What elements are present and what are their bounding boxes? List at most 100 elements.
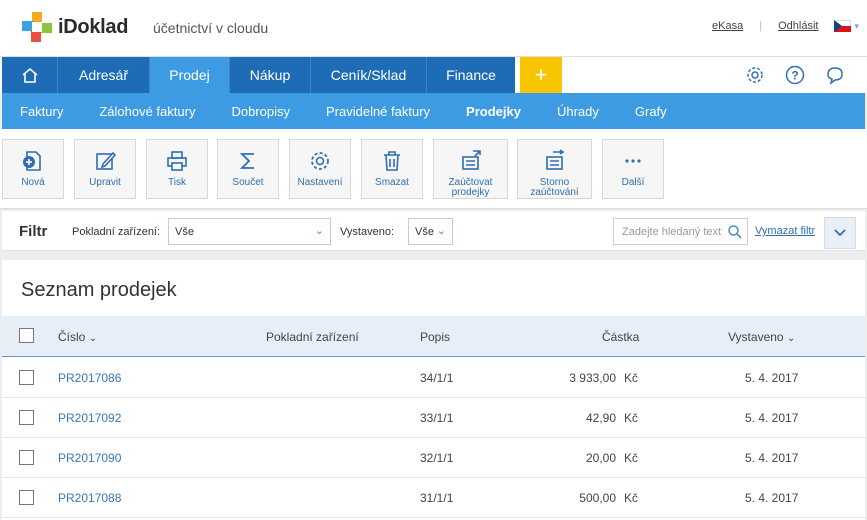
top-links: eKasa | Odhlásit ▾ <box>712 20 867 32</box>
search-placeholder: Zadejte hledaný text <box>622 226 722 238</box>
row-number-link[interactable]: PR2017088 <box>58 491 121 505</box>
table-row[interactable]: PR2017092 33/1/1 42,90 Kč 5. 4. 2017 <box>2 398 865 438</box>
logo[interactable]: iDoklad <box>22 12 128 42</box>
sub-nav-item-prodejky[interactable]: Prodejky <box>448 93 539 129</box>
table-header: Číslo ⌄ Pokladní zařízení Popis Částka V… <box>2 316 865 357</box>
gear-icon[interactable] <box>745 65 765 85</box>
main-nav-item-adresar[interactable]: Adresář <box>58 57 150 93</box>
sum-button-label: Součet <box>232 177 264 188</box>
search-input[interactable]: Zadejte hledaný text <box>613 218 748 245</box>
main-nav: Adresář Prodej Nákup Ceník/Sklad Finance… <box>0 57 867 93</box>
print-button-label: Tisk <box>168 177 186 188</box>
column-header-description[interactable]: Popis <box>420 330 450 344</box>
row-number-link[interactable]: PR2017090 <box>58 451 121 465</box>
row-description: 32/1/1 <box>420 451 454 465</box>
delete-button[interactable]: Smazat <box>361 139 423 199</box>
main-nav-item-finance[interactable]: Finance <box>427 57 515 93</box>
gear-icon <box>311 152 329 170</box>
row-issued: 5. 4. 2017 <box>745 491 799 505</box>
select-all-checkbox[interactable] <box>19 328 34 343</box>
print-button[interactable]: Tisk <box>146 139 208 199</box>
new-button-label: Nová <box>21 177 45 188</box>
row-amount: 20,00 <box>585 451 616 465</box>
row-currency: Kč <box>624 491 639 505</box>
main-nav-item-nakup[interactable]: Nákup <box>230 57 311 93</box>
page-title: Seznam prodejek <box>21 279 177 301</box>
chevron-down-icon <box>834 229 846 237</box>
column-header-device[interactable]: Pokladní zařízení <box>266 330 359 344</box>
sub-nav-item-grafy[interactable]: Grafy <box>617 93 685 129</box>
sub-nav-item-zalohove-faktury[interactable]: Zálohové faktury <box>81 93 213 129</box>
device-filter-label: Pokladní zařízení: <box>72 226 161 238</box>
search-icon[interactable] <box>727 224 743 240</box>
content-panel: Seznam prodejek Číslo ⌄ Pokladní zařízen… <box>2 260 865 520</box>
chevron-down-icon: ⌄ <box>786 333 796 344</box>
row-description: 34/1/1 <box>420 371 454 385</box>
ekasa-link[interactable]: eKasa <box>712 20 743 32</box>
row-checkbox[interactable] <box>19 450 34 465</box>
more-button[interactable]: Další <box>602 139 664 199</box>
filter-bar: Filtr Pokladní zařízení: Vše ⌄ Vystaveno… <box>2 211 865 251</box>
sum-button[interactable]: Součet <box>217 139 279 199</box>
table-row[interactable]: PR2017088 31/1/1 500,00 Kč 5. 4. 2017 <box>2 478 865 518</box>
czech-flag-icon[interactable] <box>834 20 852 32</box>
chevron-down-icon: ⌄ <box>436 225 446 237</box>
row-number-link[interactable]: PR2017092 <box>58 411 121 425</box>
tagline: účetnictví v cloudu <box>153 20 269 36</box>
add-button[interactable]: + <box>520 57 562 93</box>
trash-icon <box>384 151 400 171</box>
new-button[interactable]: Nová <box>2 139 64 199</box>
home-icon <box>21 67 38 83</box>
sub-nav-item-uhrady[interactable]: Úhrady <box>539 93 617 129</box>
issued-filter-select[interactable]: Vše ⌄ <box>408 218 453 245</box>
table-row[interactable]: PR2017086 34/1/1 3 933,00 Kč 5. 4. 2017 <box>2 358 865 398</box>
feedback-icon[interactable] <box>825 65 845 85</box>
row-checkbox[interactable] <box>19 410 34 425</box>
print-icon <box>167 151 187 171</box>
row-currency: Kč <box>624 451 639 465</box>
chevron-down-icon[interactable]: ▾ <box>854 21 859 32</box>
row-checkbox[interactable] <box>19 490 34 505</box>
column-header-number-label: Číslo <box>58 330 86 344</box>
post-icon <box>461 150 481 170</box>
row-amount: 500,00 <box>579 491 616 505</box>
sub-nav-item-faktury[interactable]: Faktury <box>2 93 81 129</box>
cancel-posting-button[interactable]: Storno zaúčtování <box>517 139 592 199</box>
chevron-down-icon: ⌄ <box>314 225 324 237</box>
row-issued: 5. 4. 2017 <box>745 451 799 465</box>
delete-button-label: Smazat <box>375 177 409 188</box>
row-checkbox[interactable] <box>19 370 34 385</box>
edit-icon <box>96 151 117 170</box>
main-nav-item-prodej[interactable]: Prodej <box>150 57 230 93</box>
filter-expand-button[interactable] <box>824 217 856 249</box>
help-icon[interactable]: ? <box>785 65 805 85</box>
device-filter-value: Vše <box>175 226 194 238</box>
column-header-issued-label: Vystaveno <box>728 330 784 344</box>
settings-button[interactable]: Nastavení <box>289 139 351 199</box>
edit-button-label: Upravit <box>89 177 121 188</box>
device-filter-select[interactable]: Vše ⌄ <box>168 218 331 245</box>
edit-button[interactable]: Upravit <box>74 139 136 199</box>
more-icon <box>625 159 641 163</box>
new-document-icon <box>23 151 41 171</box>
column-header-issued[interactable]: Vystaveno ⌄ <box>728 330 795 344</box>
home-button[interactable] <box>2 57 58 93</box>
row-currency: Kč <box>624 411 639 425</box>
sum-icon <box>239 153 254 169</box>
row-amount: 3 933,00 <box>569 371 616 385</box>
toolbar: Nová Upravit Tisk Součet Nastavení Smaza… <box>0 129 867 209</box>
column-header-amount[interactable]: Částka <box>602 330 639 344</box>
more-button-label: Další <box>621 177 645 188</box>
column-header-number[interactable]: Číslo ⌄ <box>58 330 97 344</box>
clear-filter-link[interactable]: Vymazat filtr <box>755 225 815 237</box>
row-number-link[interactable]: PR2017086 <box>58 371 121 385</box>
chevron-down-icon: ⌄ <box>88 333 98 344</box>
logout-link[interactable]: Odhlásit <box>778 20 818 32</box>
sub-nav-item-dobropisy[interactable]: Dobropisy <box>213 93 308 129</box>
table-row[interactable]: PR2017090 32/1/1 20,00 Kč 5. 4. 2017 <box>2 438 865 478</box>
main-nav-item-cenik-sklad[interactable]: Ceník/Sklad <box>311 57 427 93</box>
sub-nav-item-pravidelne-faktury[interactable]: Pravidelné faktury <box>308 93 448 129</box>
issued-filter-value: Vše <box>415 226 434 238</box>
post-receipts-button[interactable]: Zaúčtovat prodejky <box>433 139 508 199</box>
row-amount: 42,90 <box>585 411 616 425</box>
